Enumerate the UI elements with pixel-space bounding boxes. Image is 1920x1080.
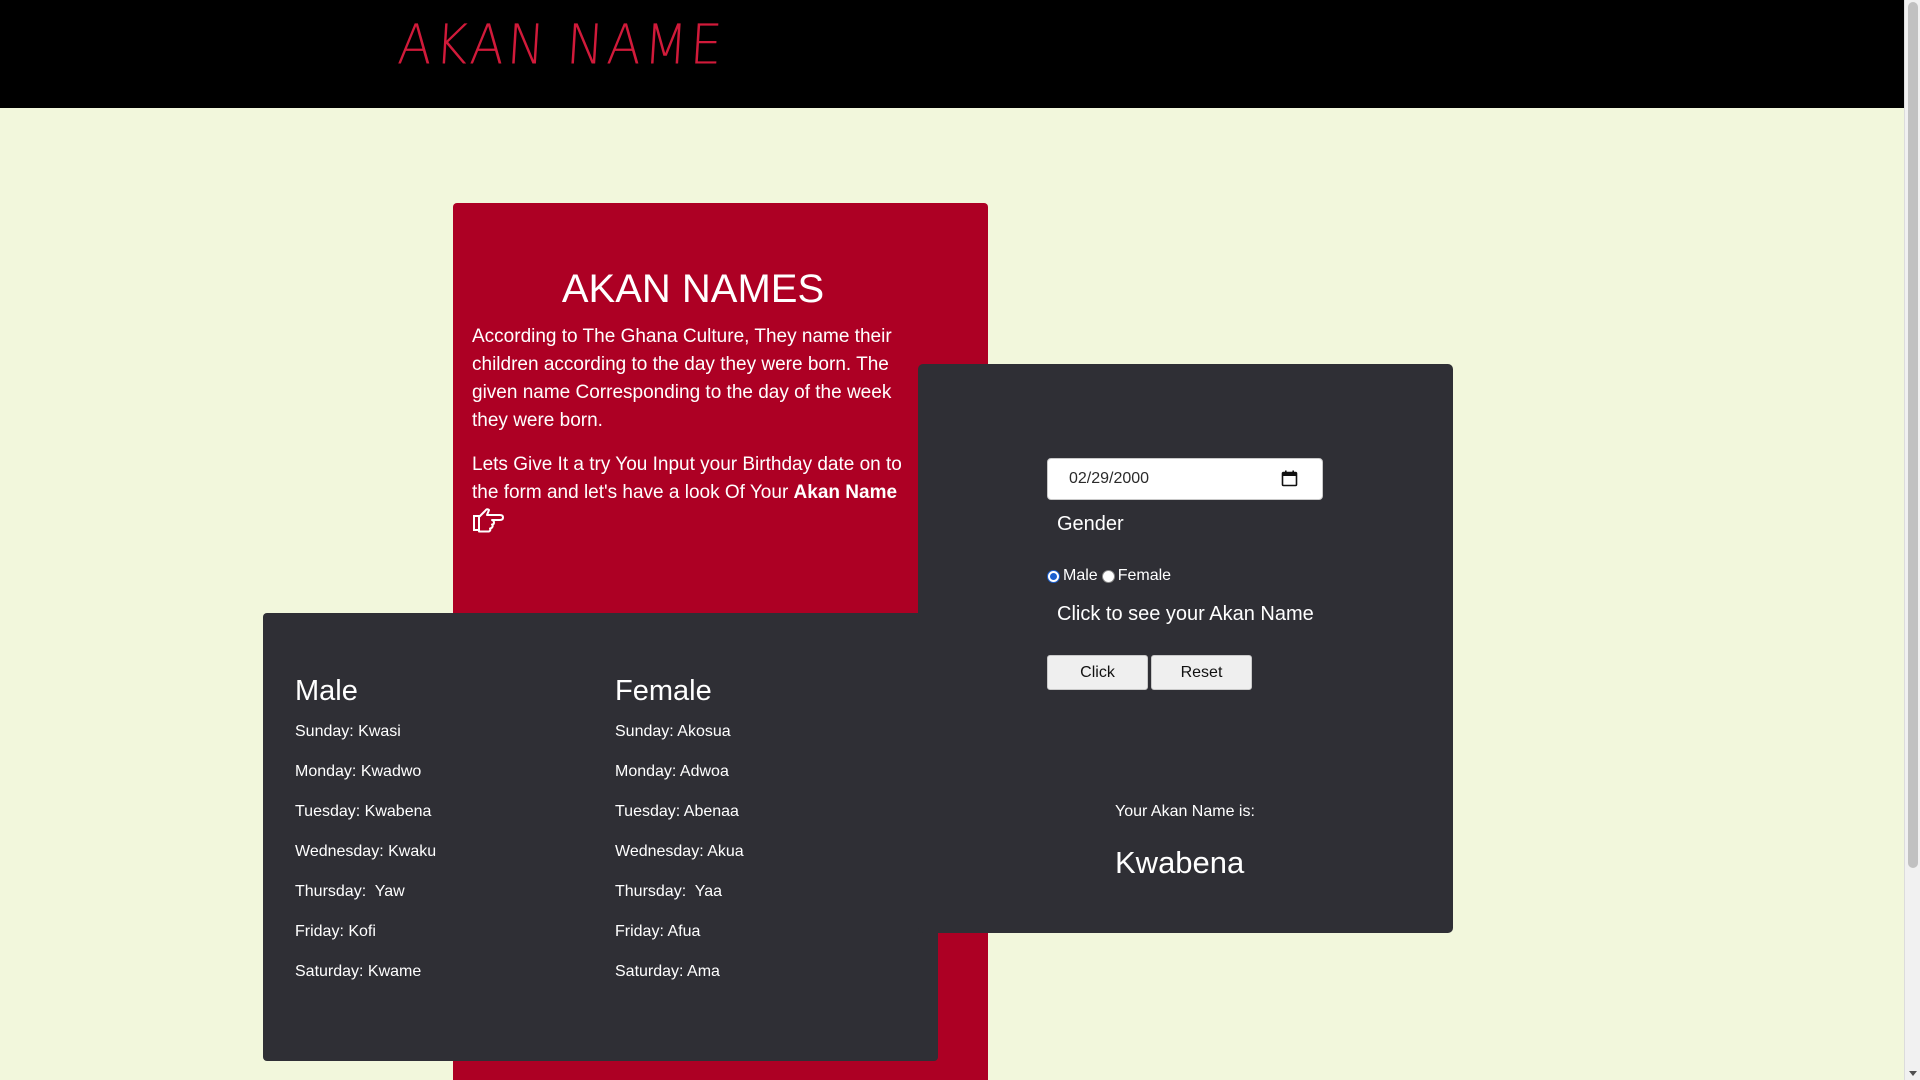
intro-title: AKAN NAMES [561, 267, 825, 311]
brand-logo: AKAN NAME [395, 13, 727, 77]
male-names-column: Male Sunday: Kwasi Monday: Kwadwo Tuesda… [295, 675, 436, 992]
list-item: Monday: Adwoa [615, 763, 729, 780]
list-item: Thursday: Yaw [295, 883, 405, 900]
birthdate-value: 02/29/2000 [1069, 470, 1150, 487]
list-item: Saturday: Ama [615, 963, 720, 980]
list-item: Friday: Kofi [295, 923, 376, 940]
birthdate-input[interactable]: 02/29/2000 [1047, 458, 1323, 500]
list-item: Sunday: Akosua [615, 723, 731, 740]
female-heading: Female [615, 675, 712, 707]
list-item: Saturday: Kwame [295, 963, 422, 980]
female-names-column: Female Sunday: Akosua Monday: Adwoa Tues… [615, 675, 744, 992]
cta-text: Click to see your Akan Name [1057, 603, 1314, 625]
gender-label: Gender [1057, 513, 1124, 535]
reset-button[interactable]: Reset [1151, 655, 1252, 690]
gender-radio-group: Male Female [1047, 567, 1175, 585]
female-radio[interactable] [1101, 569, 1115, 583]
male-names-list: Sunday: Kwasi Monday: Kwadwo Tuesday: Kw… [295, 712, 436, 992]
male-radio-label[interactable]: Male [1063, 567, 1098, 585]
male-radio[interactable] [1047, 569, 1060, 583]
scrollbar-thumb[interactable] [1908, 2, 1918, 868]
list-item: Wednesday: Kwaku [295, 843, 437, 860]
list-item: Tuesday: Abenaa [615, 803, 739, 820]
intro-text: According to The Ghana Culture, They nam… [472, 323, 922, 551]
akan-name-emphasis: Akan Name [793, 482, 898, 503]
list-item: Friday: Afua [615, 923, 701, 940]
click-button[interactable]: Click [1047, 655, 1148, 690]
list-item: Monday: Kwadwo [295, 763, 422, 780]
names-card: Male Sunday: Kwasi Monday: Kwadwo Tuesda… [263, 613, 938, 1061]
akan-form-card: 02/29/2000 Gender Male Female Click to s… [918, 364, 1453, 933]
female-names-list: Sunday: Akosua Monday: Adwoa Tuesday: Ab… [615, 712, 744, 992]
result-name: Kwabena [1115, 845, 1245, 880]
result-label: Your Akan Name is: [1115, 803, 1255, 820]
pointing-hand-icon [473, 508, 504, 533]
top-bar: AKAN NAME [0, 0, 1904, 108]
scroll-down-arrow-icon[interactable] [1909, 1071, 1917, 1076]
list-item: Wednesday: Akua [615, 843, 744, 860]
intro-paragraph-2: Lets Give It a try You Input your Birthd… [472, 451, 922, 535]
calendar-icon[interactable] [1281, 470, 1298, 487]
intro-paragraph-1: According to The Ghana Culture, They nam… [472, 326, 892, 431]
male-heading: Male [295, 675, 358, 707]
female-radio-label[interactable]: Female [1118, 567, 1171, 585]
list-item: Thursday: Yaa [615, 883, 723, 900]
page-scrollbar[interactable] [1904, 0, 1920, 1080]
list-item: Tuesday: Kwabena [295, 803, 432, 820]
list-item: Sunday: Kwasi [295, 723, 401, 740]
